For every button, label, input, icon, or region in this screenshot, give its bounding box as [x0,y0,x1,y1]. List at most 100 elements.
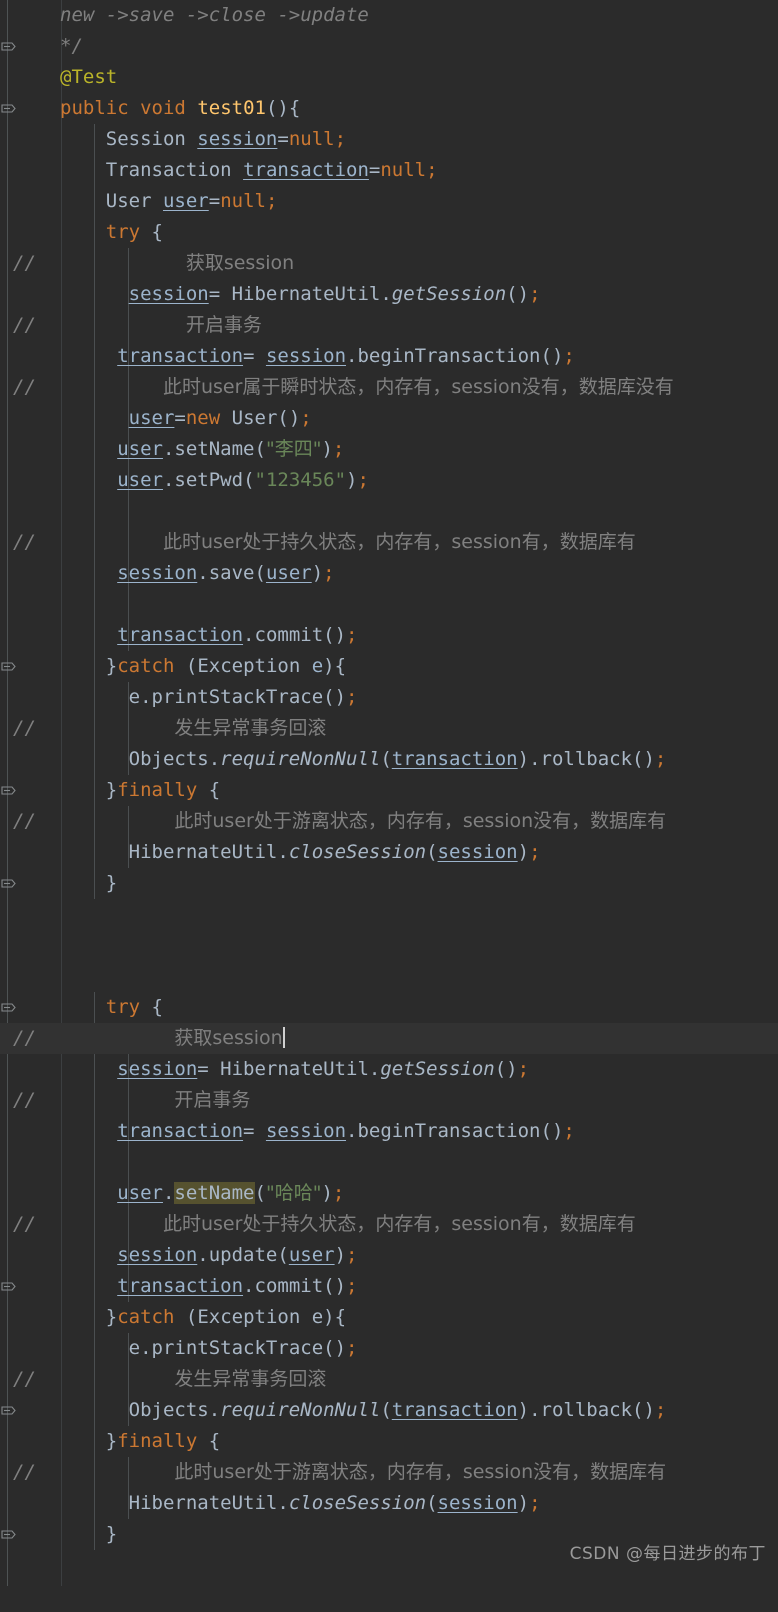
code-line[interactable]: transaction.commit(); [0,620,778,651]
code-line[interactable]: e.printStackTrace(); [0,1333,778,1364]
code-line[interactable]: e.printStackTrace(); [0,682,778,713]
keyword-new: new [185,407,221,429]
comment-marker: // [13,1089,36,1111]
code-line[interactable]: session= HibernateUtil.getSession(); [0,1054,778,1085]
code-line[interactable]: // 此时user属于瞬时状态，内存有，session没有，数据库没有 [0,372,778,403]
code-line-blank[interactable] [0,1147,778,1178]
var-e: e [311,655,324,677]
code-line[interactable]: Objects.requireNonNull(transaction).roll… [0,1395,778,1426]
code-line[interactable]: // 发生异常事务回滚 [0,713,778,744]
keyword-null: null [380,159,427,181]
var-session: session [128,283,209,305]
code-line[interactable]: user.setPwd("123456"); [0,465,778,496]
comment-doc-flow: new ->save ->close ->update [60,4,369,26]
method-test01: test01 [197,97,266,119]
keyword-void: void [140,97,186,119]
comment-rollback: 发生异常事务回滚 [174,1368,327,1390]
code-line-blank[interactable] [0,930,778,961]
code-line[interactable]: } [0,868,778,899]
method-printstacktrace: printStackTrace [151,1337,324,1359]
method-begintransaction: beginTransaction [357,345,541,367]
comment-persistent-state: 此时user处于持久状态，内存有，session有，数据库有 [162,1213,636,1235]
var-transaction: transaction [117,624,244,646]
watermark: CSDN @每日进步的布丁 [569,1544,766,1564]
code-line[interactable]: transaction.commit(); [0,1271,778,1302]
code-line[interactable]: HibernateUtil.closeSession(session); [0,1488,778,1519]
code-line[interactable]: HibernateUtil.closeSession(session); [0,837,778,868]
comment-marker: // [13,376,36,398]
code-line[interactable]: // 此时user处于游离状态，内存有，session没有，数据库有 [0,1457,778,1488]
comment-marker: // [13,314,36,336]
code-line[interactable]: session.save(user); [0,558,778,589]
type-exception: Exception [197,1306,301,1328]
var-user: user [162,190,209,212]
code-editor[interactable]: new ->save ->close ->update */ @Test pub… [0,0,778,1586]
class-objects: Objects [128,748,209,770]
text-caret [282,1027,285,1048]
keyword-null: null [220,190,266,212]
method-rollback: rollback [540,1399,633,1421]
code-line-blank[interactable] [0,899,778,930]
comment-get-session: 获取session [174,1027,283,1049]
code-line-caret[interactable]: // 获取session [0,1023,778,1054]
comment-doc-end: */ [60,35,83,57]
code-line-blank[interactable] [0,589,778,620]
code-line[interactable]: }finally { [0,1426,778,1457]
comment-marker: // [13,1027,36,1049]
code-line[interactable]: // 此时user处于游离状态，内存有，session没有，数据库有 [0,806,778,837]
code-line[interactable]: // 此时user处于持久状态，内存有，session有，数据库有 [0,1209,778,1240]
code-line-blank[interactable] [0,961,778,992]
code-line[interactable]: Objects.requireNonNull(transaction).roll… [0,744,778,775]
code-content[interactable]: new ->save ->close ->update */ @Test pub… [0,0,778,1586]
var-transaction: transaction [243,159,369,181]
code-line[interactable]: // 发生异常事务回滚 [0,1364,778,1395]
string-lisi: "李四" [265,438,322,460]
comment-begin-tx: 开启事务 [185,314,262,336]
code-line[interactable]: try { [0,992,778,1023]
class-hibernateutil: HibernateUtil [128,1492,278,1514]
code-line[interactable]: user=new User(); [0,403,778,434]
code-line[interactable]: Session session=null; [0,124,778,155]
code-line[interactable]: try { [0,217,778,248]
method-getsession: getSession [391,283,507,305]
comment-detached-state: 此时user处于游离状态，内存有，session没有，数据库有 [174,1461,667,1483]
var-e: e [128,686,141,708]
comment-marker: // [13,1461,36,1483]
code-line[interactable]: Transaction transaction=null; [0,155,778,186]
keyword-try: try [105,221,141,243]
code-line[interactable]: // 获取session [0,248,778,279]
code-line[interactable]: user.setName("哈哈"); [0,1178,778,1209]
code-line[interactable]: new ->save ->close ->update [0,0,778,31]
code-line[interactable]: }finally { [0,775,778,806]
code-line[interactable]: // 开启事务 [0,310,778,341]
code-line[interactable]: @Test [0,62,778,93]
comment-transient-state: 此时user属于瞬时状态，内存有，session没有，数据库没有 [162,376,674,398]
code-line[interactable]: session= HibernateUtil.getSession(); [0,279,778,310]
code-line[interactable]: */ [0,31,778,62]
method-getsession: getSession [380,1058,495,1080]
annotation-test: @Test [60,66,118,88]
code-line[interactable]: // 开启事务 [0,1085,778,1116]
keyword-null: null [288,128,335,150]
code-line[interactable]: // 此时user处于持久状态，内存有，session有，数据库有 [0,527,778,558]
var-user: user [117,1182,163,1204]
var-transaction: transaction [117,345,244,367]
code-line[interactable]: transaction= session.beginTransaction(); [0,341,778,372]
var-session: session [437,1492,518,1514]
code-line[interactable]: }catch (Exception e){ [0,651,778,682]
code-line[interactable]: }catch (Exception e){ [0,1302,778,1333]
code-line[interactable]: session.update(user); [0,1240,778,1271]
var-transaction: transaction [391,1399,518,1421]
comment-begin-tx: 开启事务 [174,1089,251,1111]
type-user: User [231,407,278,429]
method-setname: setName [174,438,255,460]
var-transaction: transaction [117,1275,244,1297]
code-line-blank[interactable] [0,496,778,527]
code-line[interactable]: User user=null; [0,186,778,217]
var-user: user [265,562,312,584]
method-closesession: closeSession [288,1492,427,1514]
code-line[interactable]: transaction= session.beginTransaction(); [0,1116,778,1147]
code-line[interactable]: public void test01(){ [0,93,778,124]
code-line[interactable]: user.setName("李四"); [0,434,778,465]
string-haha: "哈哈" [265,1182,322,1204]
